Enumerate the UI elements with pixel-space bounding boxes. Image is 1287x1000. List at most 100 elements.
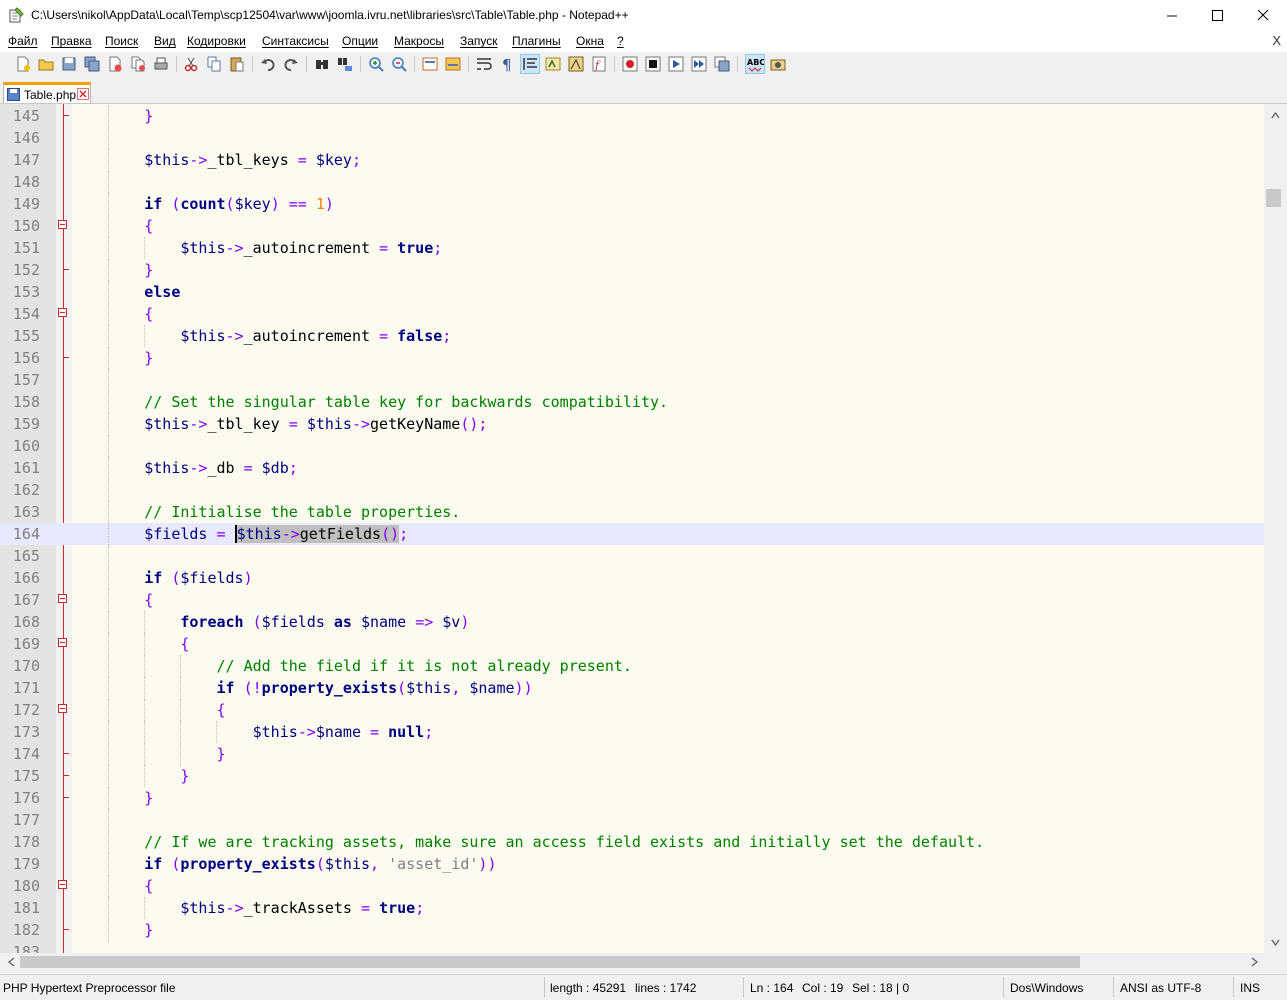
- code-text[interactable]: }: [72, 787, 153, 809]
- code-line[interactable]: 151 $this->_autoincrement = true;: [0, 237, 1264, 259]
- indent-guide-icon[interactable]: [520, 54, 540, 74]
- code-line[interactable]: 178 // If we are tracking assets, make s…: [0, 831, 1264, 853]
- save-macro-icon[interactable]: [713, 55, 731, 73]
- menu-edit[interactable]: Правка: [51, 34, 92, 48]
- zoom-in-icon[interactable]: [367, 55, 385, 73]
- code-text[interactable]: {: [72, 875, 153, 897]
- maximize-button[interactable]: [1195, 0, 1241, 32]
- notepadpp-app-icon[interactable]: [8, 7, 24, 23]
- menu-language[interactable]: Синтаксисы: [262, 34, 329, 48]
- stop-macro-icon[interactable]: [644, 55, 662, 73]
- status-eol[interactable]: Dos\Windows: [1010, 981, 1083, 995]
- user-define-language-icon[interactable]: [544, 55, 562, 73]
- code-line[interactable]: 172 {: [0, 699, 1264, 721]
- current-code-line[interactable]: 164 $fields = $this->getFields();: [0, 523, 1264, 545]
- play-macro-icon[interactable]: [667, 55, 685, 73]
- minimize-button[interactable]: [1149, 0, 1195, 32]
- code-text[interactable]: foreach ($fields as $name => $v): [72, 611, 469, 633]
- code-line[interactable]: 158 // Set the singular table key for ba…: [0, 391, 1264, 413]
- horizontal-scrollbar[interactable]: [0, 953, 1264, 971]
- code-text[interactable]: }: [72, 347, 153, 369]
- code-text[interactable]: // Set the singular table key for backwa…: [72, 391, 668, 413]
- spell-settings-icon[interactable]: [769, 55, 787, 73]
- close-document-button[interactable]: X: [1272, 33, 1281, 48]
- open-file-icon[interactable]: [37, 55, 55, 73]
- code-line[interactable]: 153 else: [0, 281, 1264, 303]
- cut-icon[interactable]: [182, 55, 200, 73]
- status-encoding[interactable]: ANSI as UTF-8: [1120, 981, 1201, 995]
- menu-view[interactable]: Вид: [154, 34, 176, 48]
- code-line[interactable]: 156 }: [0, 347, 1264, 369]
- code-line[interactable]: 160: [0, 435, 1264, 457]
- code-line[interactable]: 145 }: [0, 105, 1264, 127]
- sync-vertical-icon[interactable]: [421, 55, 439, 73]
- play-macro-multiple-icon[interactable]: [690, 55, 708, 73]
- code-text[interactable]: else: [72, 281, 180, 303]
- code-text[interactable]: if (count($key) == 1): [72, 193, 334, 215]
- menu-file[interactable]: Файл: [8, 34, 38, 48]
- code-text[interactable]: {: [72, 303, 153, 325]
- menu-macro[interactable]: Макросы: [394, 34, 444, 48]
- code-text[interactable]: $this->$name = null;: [72, 721, 434, 743]
- code-line[interactable]: 182 }: [0, 919, 1264, 941]
- code-text[interactable]: }: [72, 743, 226, 765]
- save-all-icon[interactable]: [83, 55, 101, 73]
- code-line[interactable]: 180 {: [0, 875, 1264, 897]
- undo-icon[interactable]: [259, 55, 277, 73]
- code-text[interactable]: {: [72, 215, 153, 237]
- record-macro-icon[interactable]: [621, 55, 639, 73]
- code-line[interactable]: 175 }: [0, 765, 1264, 787]
- code-line[interactable]: 157: [0, 369, 1264, 391]
- code-line[interactable]: 149 if (count($key) == 1): [0, 193, 1264, 215]
- replace-icon[interactable]: [336, 55, 354, 73]
- save-icon[interactable]: [60, 55, 78, 73]
- code-line[interactable]: 155 $this->_autoincrement = false;: [0, 325, 1264, 347]
- show-all-chars-icon[interactable]: ¶: [498, 55, 516, 73]
- menu-window[interactable]: Окна: [576, 34, 604, 48]
- code-text[interactable]: if (!property_exists($this, $name)): [72, 677, 533, 699]
- code-text[interactable]: {: [72, 589, 153, 611]
- code-text[interactable]: $this->_autoincrement = false;: [72, 325, 451, 347]
- tab-table-php[interactable]: Table.php: [3, 82, 91, 103]
- status-insert-mode[interactable]: INS: [1240, 981, 1260, 995]
- fold-toggle-icon[interactable]: [58, 308, 67, 317]
- code-text[interactable]: }: [72, 105, 153, 127]
- menu-search[interactable]: Поиск: [105, 34, 138, 48]
- document-map-icon[interactable]: [567, 55, 585, 73]
- code-editor[interactable]: 145 } 146 147 $this->_tbl_keys = $key; 148 1…: [0, 104, 1264, 953]
- code-line[interactable]: 177: [0, 809, 1264, 831]
- fold-toggle-icon[interactable]: [58, 704, 67, 713]
- fold-toggle-icon[interactable]: [58, 638, 67, 647]
- fold-toggle-icon[interactable]: [58, 594, 67, 603]
- code-line[interactable]: 167 {: [0, 589, 1264, 611]
- code-line[interactable]: 154 {: [0, 303, 1264, 325]
- fold-toggle-icon[interactable]: [58, 880, 67, 889]
- code-text[interactable]: $this->_tbl_keys = $key;: [72, 149, 361, 171]
- code-line[interactable]: 176 }: [0, 787, 1264, 809]
- new-file-icon[interactable]: [14, 55, 32, 73]
- spell-check-icon[interactable]: ABC: [745, 54, 765, 74]
- menu-encoding[interactable]: Кодировки: [187, 34, 246, 48]
- code-line[interactable]: 183: [0, 941, 1264, 953]
- menu-run[interactable]: Запуск: [460, 34, 498, 48]
- code-line[interactable]: 174 }: [0, 743, 1264, 765]
- fold-toggle-icon[interactable]: [58, 220, 67, 229]
- paste-icon[interactable]: [228, 55, 246, 73]
- code-line[interactable]: 165: [0, 545, 1264, 567]
- copy-icon[interactable]: [205, 55, 223, 73]
- code-line[interactable]: 166 if ($fields): [0, 567, 1264, 589]
- code-line[interactable]: 152 }: [0, 259, 1264, 281]
- redo-icon[interactable]: [282, 55, 300, 73]
- menu-help[interactable]: ?: [617, 34, 624, 48]
- code-line[interactable]: 159 $this->_tbl_key = $this->getKeyName(…: [0, 413, 1264, 435]
- code-line[interactable]: 163 // Initialise the table properties.: [0, 501, 1264, 523]
- code-text[interactable]: {: [72, 633, 189, 655]
- zoom-out-icon[interactable]: [390, 55, 408, 73]
- code-line[interactable]: 150 {: [0, 215, 1264, 237]
- code-line[interactable]: 161 $this->_db = $db;: [0, 457, 1264, 479]
- code-line[interactable]: 146: [0, 127, 1264, 149]
- code-line[interactable]: 147 $this->_tbl_keys = $key;: [0, 149, 1264, 171]
- print-icon[interactable]: [152, 55, 170, 73]
- code-line[interactable]: 173 $this->$name = null;: [0, 721, 1264, 743]
- close-all-icon[interactable]: [129, 55, 147, 73]
